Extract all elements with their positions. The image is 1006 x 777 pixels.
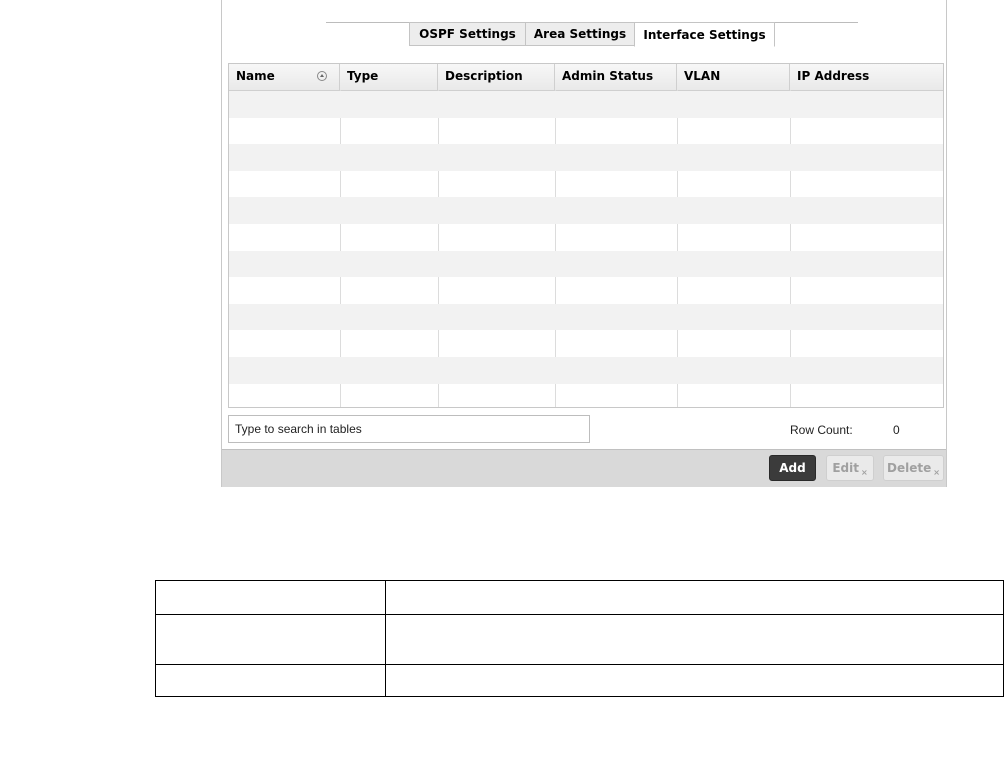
interfaces-table: Name Type Description Admin Status VLAN … xyxy=(228,63,944,408)
document-table-cell xyxy=(385,614,1004,665)
disabled-x-icon: × xyxy=(933,467,940,477)
document-table-row xyxy=(155,614,1004,665)
row-count-value: 0 xyxy=(893,423,900,437)
document-table-cell xyxy=(385,580,1004,615)
table-row-empty xyxy=(229,91,943,118)
table-row-empty xyxy=(229,171,943,198)
column-header-description[interactable]: Description xyxy=(438,64,555,90)
edit-button[interactable]: Edit × xyxy=(826,455,874,481)
table-row-empty xyxy=(229,356,943,384)
row-count-label: Row Count: xyxy=(790,423,853,437)
table-row-empty xyxy=(229,118,943,145)
tab-ospf-settings[interactable]: OSPF Settings xyxy=(409,22,526,46)
document-table-cell xyxy=(155,614,386,665)
column-header-ip-address[interactable]: IP Address xyxy=(790,64,943,90)
table-row-empty xyxy=(229,250,943,278)
table-row-empty xyxy=(229,197,943,224)
column-header-vlan[interactable]: VLAN xyxy=(677,64,790,90)
tab-interface-settings[interactable]: Interface Settings xyxy=(634,22,775,47)
table-row-empty xyxy=(229,277,943,304)
delete-button[interactable]: Delete × xyxy=(883,455,944,481)
column-header-admin-status[interactable]: Admin Status xyxy=(555,64,677,90)
interface-settings-panel: OSPF Settings Area Settings Interface Se… xyxy=(221,0,947,487)
column-header-name-label: Name xyxy=(236,69,275,83)
document-table-cell xyxy=(385,664,1004,697)
table-body xyxy=(229,91,943,407)
delete-button-label: Delete xyxy=(887,461,932,475)
document-table-cell xyxy=(155,580,386,615)
table-row-empty xyxy=(229,330,943,357)
document-table xyxy=(155,580,1004,697)
edit-button-label: Edit xyxy=(832,461,859,475)
table-row-empty xyxy=(229,144,943,171)
column-header-name[interactable]: Name xyxy=(229,64,340,90)
table-row-empty xyxy=(229,384,943,407)
table-search-input[interactable] xyxy=(228,415,590,443)
document-table-cell xyxy=(155,664,386,697)
table-header: Name Type Description Admin Status VLAN … xyxy=(229,64,943,91)
sort-ascending-icon[interactable] xyxy=(317,71,327,81)
document-table-row xyxy=(155,580,1004,615)
disabled-x-icon: × xyxy=(860,467,868,477)
add-button[interactable]: Add xyxy=(769,455,816,481)
column-header-type[interactable]: Type xyxy=(340,64,438,90)
tab-area-settings[interactable]: Area Settings xyxy=(525,22,635,46)
table-row-empty xyxy=(229,224,943,251)
table-row-empty xyxy=(229,303,943,331)
document-table-row xyxy=(155,664,1004,697)
